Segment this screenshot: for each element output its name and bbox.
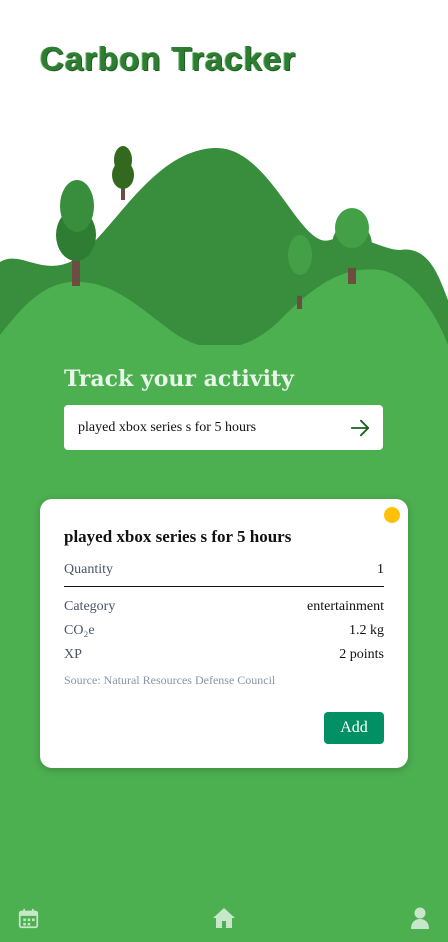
category-row: Category entertainment xyxy=(64,599,384,615)
home-icon[interactable] xyxy=(212,906,236,930)
xp-row: XP 2 points xyxy=(64,647,384,663)
source-text: Source: Natural Resources Defense Counci… xyxy=(64,673,276,687)
activity-input[interactable] xyxy=(76,418,340,437)
add-button[interactable]: Add xyxy=(324,712,384,744)
co2-label: CO₂e xyxy=(64,623,95,638)
activity-result-card: played xbox series s for 5 hours Quantit… xyxy=(40,499,408,768)
category-label: Category xyxy=(64,599,116,614)
quantity-value[interactable]: 1 xyxy=(377,562,384,578)
divider xyxy=(64,586,384,587)
quantity-label: Quantity xyxy=(64,562,113,577)
xp-value: 2 points xyxy=(339,647,384,662)
co2-value: 1.2 kg xyxy=(349,623,384,638)
profile-icon[interactable] xyxy=(410,906,430,930)
status-indicator xyxy=(384,507,400,523)
result-title: played xbox series s for 5 hours xyxy=(64,527,292,546)
xp-label: XP xyxy=(64,647,82,662)
quantity-row: Quantity 1 xyxy=(64,562,384,578)
app-title: Carbon Tracker xyxy=(40,40,297,77)
co2-row: CO₂e 1.2 kg xyxy=(64,623,384,639)
category-value: entertainment xyxy=(307,599,384,614)
activity-input-container xyxy=(64,405,383,450)
track-activity-heading: Track your activity xyxy=(64,366,294,392)
calendar-icon[interactable] xyxy=(18,908,39,929)
arrow-right-icon[interactable] xyxy=(349,417,371,439)
